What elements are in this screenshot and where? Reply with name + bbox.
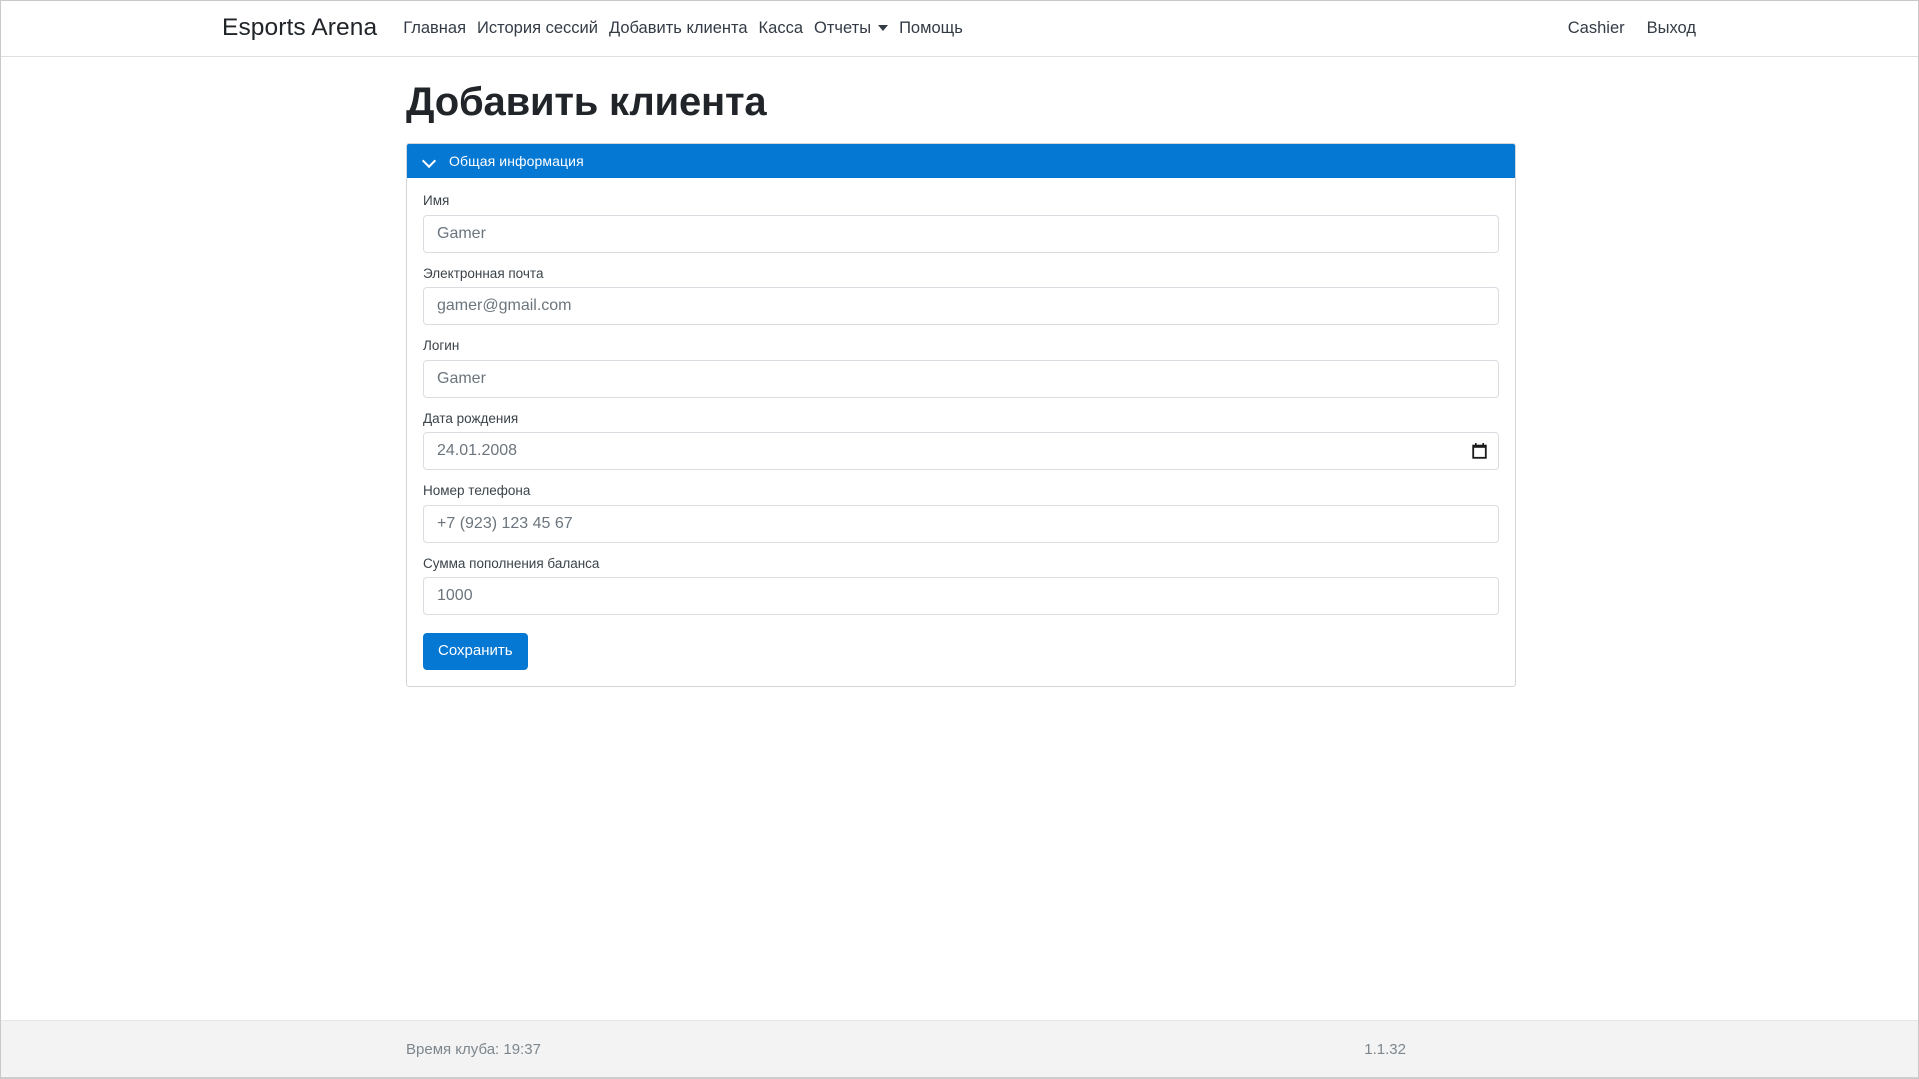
nav-link-help[interactable]: Помощь: [899, 20, 974, 37]
form-group-name: Имя: [423, 192, 1499, 253]
brand-logo[interactable]: Esports Arena: [222, 16, 377, 41]
label-name: Имя: [423, 192, 1499, 210]
topup-amount-input[interactable]: [423, 577, 1499, 615]
nav-item-cashbox: Касса: [759, 20, 814, 38]
general-info-card-body: Имя Электронная почта Логин Дата рождени…: [407, 178, 1515, 686]
form-group-email: Электронная почта: [423, 265, 1499, 326]
page-container: Добавить клиента Общая информация Имя Эл…: [1, 57, 1918, 687]
birthdate-input[interactable]: [423, 432, 1499, 470]
nav-link-cashbox[interactable]: Касса: [759, 20, 814, 37]
nav-link-logout[interactable]: Выход: [1636, 20, 1696, 37]
nav-link-reports[interactable]: Отчеты: [814, 20, 899, 37]
primary-nav: Главная История сессий Добавить клиента …: [403, 20, 974, 38]
nav-link-home[interactable]: Главная: [403, 20, 477, 37]
nav-item-add-client: Добавить клиента: [609, 20, 759, 38]
login-input[interactable]: [423, 360, 1499, 398]
label-birthdate: Дата рождения: [423, 410, 1499, 428]
browser-window: Esports Arena Главная История сессий Доб…: [0, 0, 1919, 1079]
save-button[interactable]: Сохранить: [423, 633, 528, 670]
name-input[interactable]: [423, 215, 1499, 253]
nav-item-reports: Отчеты: [814, 20, 899, 38]
general-info-card-header[interactable]: Общая информация: [407, 144, 1515, 178]
nav-link-sessions-history[interactable]: История сессий: [477, 20, 609, 37]
nav-item-sessions-history: История сессий: [477, 20, 609, 38]
secondary-nav: Cashier Выход: [1557, 20, 1696, 37]
nav-link-reports-label: Отчеты: [814, 20, 871, 37]
nav-link-add-client[interactable]: Добавить клиента: [609, 20, 759, 37]
label-phone: Номер телефона: [423, 482, 1499, 500]
birthdate-field-wrapper: [423, 432, 1499, 470]
general-info-card-header-label: Общая информация: [449, 153, 584, 169]
general-info-card: Общая информация Имя Электронная почта Л…: [406, 143, 1516, 687]
form-group-phone: Номер телефона: [423, 482, 1499, 543]
chevron-down-icon: [878, 25, 888, 31]
form-group-birthdate: Дата рождения: [423, 410, 1499, 471]
nav-item-help: Помощь: [899, 20, 974, 38]
page-title: Добавить клиента: [406, 79, 1513, 125]
club-time-label: Время клуба: 19:37: [406, 1041, 541, 1058]
page-footer: Время клуба: 19:37 1.1.32: [1, 1020, 1918, 1078]
main-content: Добавить клиента Общая информация Имя Эл…: [1, 57, 1918, 1020]
nav-link-user-cashier[interactable]: Cashier: [1557, 20, 1636, 37]
label-login: Логин: [423, 337, 1499, 355]
chevron-down-icon: [423, 154, 437, 168]
main-navbar: Esports Arena Главная История сессий Доб…: [1, 1, 1918, 57]
label-topup-amount: Сумма пополнения баланса: [423, 555, 1499, 573]
form-group-topup-amount: Сумма пополнения баланса: [423, 555, 1499, 616]
phone-input[interactable]: [423, 505, 1499, 543]
app-version-label: 1.1.32: [1364, 1041, 1513, 1058]
nav-item-home: Главная: [403, 20, 477, 38]
label-email: Электронная почта: [423, 265, 1499, 283]
form-group-login: Логин: [423, 337, 1499, 398]
email-input[interactable]: [423, 287, 1499, 325]
calendar-icon[interactable]: [1472, 443, 1487, 459]
